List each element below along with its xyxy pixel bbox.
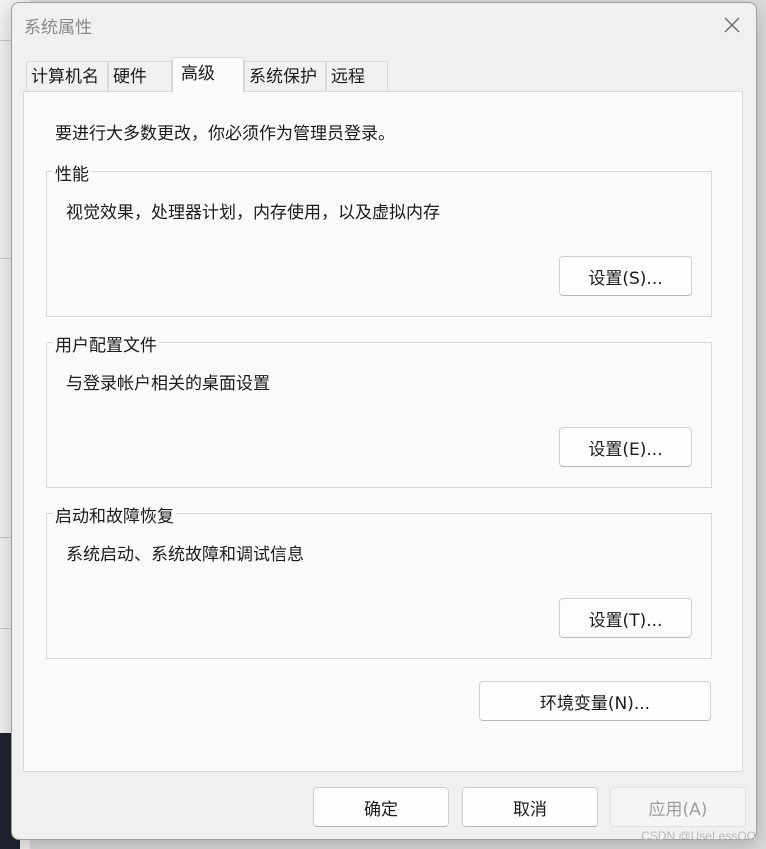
tab-advanced[interactable]: 高级: [172, 57, 244, 93]
advanced-tab-panel: 要进行大多数更改，你必须作为管理员登录。 性能 视觉效果，处理器计划，内存使用，…: [23, 91, 743, 772]
group-description: 与登录帐户相关的桌面设置: [66, 374, 270, 394]
startup-recovery-settings-button[interactable]: 设置(T)...: [559, 598, 692, 638]
admin-notice: 要进行大多数更改，你必须作为管理员登录。: [55, 124, 395, 144]
group-description: 系统启动、系统故障和调试信息: [66, 545, 304, 565]
performance-group: 性能 视觉效果，处理器计划，内存使用，以及虚拟内存 设置(S)...: [46, 160, 712, 317]
group-title: 启动和故障恢复: [53, 502, 176, 527]
environment-variables-button[interactable]: 环境变量(N)...: [479, 681, 711, 721]
startup-recovery-group: 启动和故障恢复 系统启动、系统故障和调试信息 设置(T)...: [46, 502, 712, 659]
apply-button[interactable]: 应用(A): [610, 787, 746, 827]
window-title: 系统属性: [24, 18, 92, 38]
ok-button[interactable]: 确定: [313, 787, 449, 827]
performance-settings-button[interactable]: 设置(S)...: [559, 256, 692, 296]
user-profiles-group: 用户配置文件 与登录帐户相关的桌面设置 设置(E)...: [46, 331, 712, 488]
tab-remote[interactable]: 远程: [326, 61, 388, 91]
close-button[interactable]: [714, 9, 750, 41]
system-properties-dialog: 系统属性 计算机名 硬件 高级 系统保护 远程 要进行大多数更改，你必须作为管理…: [11, 2, 757, 840]
group-title: 性能: [53, 160, 91, 185]
group-title: 用户配置文件: [53, 331, 159, 356]
cancel-button[interactable]: 取消: [462, 787, 598, 827]
group-description: 视觉效果，处理器计划，内存使用，以及虚拟内存: [66, 203, 440, 223]
tab-system-protection[interactable]: 系统保护: [244, 61, 326, 91]
watermark: CSDN @UseLessQQ: [641, 829, 756, 843]
tab-hardware[interactable]: 硬件: [108, 61, 172, 91]
user-profiles-settings-button[interactable]: 设置(E)...: [559, 427, 692, 467]
close-icon: [723, 16, 741, 34]
tab-computer-name[interactable]: 计算机名: [26, 61, 108, 91]
